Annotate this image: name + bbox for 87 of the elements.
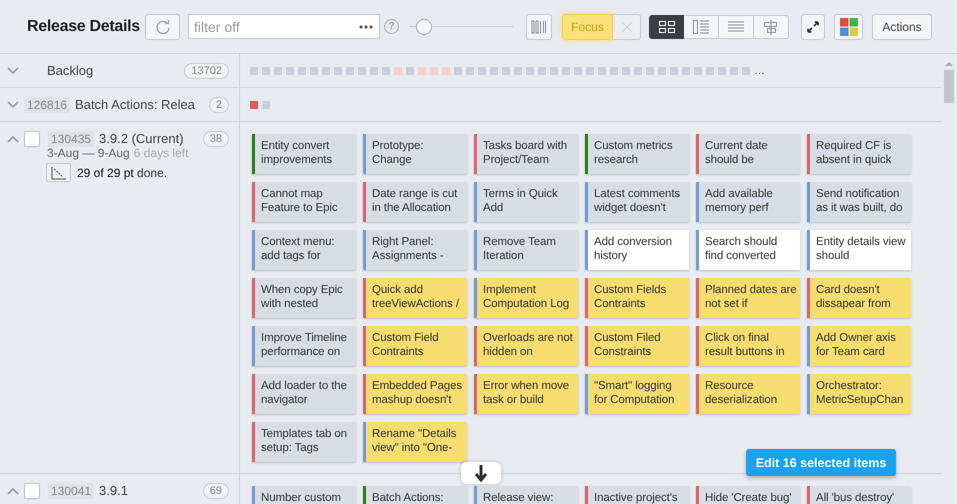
group-name[interactable]: 3.9.2 (Current) [99,131,203,146]
item-card[interactable]: Custom Fields Contraints [585,278,689,318]
collapse-icon[interactable] [7,134,19,142]
count-badge: 38 [202,130,229,146]
item-card[interactable]: Add loader to the navigator [252,374,356,414]
item-card[interactable]: Current date should be [696,134,800,174]
days-left: 6 days left [134,146,188,160]
actions-button[interactable]: Actions [872,14,932,40]
item-card[interactable]: Send notification as it was built, do [807,182,911,222]
columns-icon [531,20,547,34]
item-card[interactable]: Templates tab on setup: Tags [252,422,356,462]
group-name[interactable]: Backlog [47,63,184,78]
item-card[interactable]: Latest comments widget doesn't [585,182,689,222]
item-card[interactable]: Resource deserialization [696,374,800,414]
item-card[interactable]: Quick add treeViewActions / [363,278,467,318]
item-card[interactable]: Context menu: add tags for [252,230,356,270]
item-card[interactable]: Remove Team Iteration [474,230,578,270]
view-toggle-button[interactable] [649,14,684,38]
more-text: … [754,65,765,79]
item-card[interactable]: Overloads are not hidden on [474,326,578,366]
item-card[interactable]: Add Owner axis for Team card [807,326,911,366]
item-card[interactable]: Custom Field Contraints [363,326,467,366]
refresh-icon [154,18,170,34]
item-card[interactable]: Batch Actions: [363,486,467,504]
item-card[interactable]: Tasks board with Project/Team [474,134,578,174]
item-card[interactable]: Release view: [474,486,578,504]
down-arrow-button[interactable] [461,462,501,484]
burndown-button[interactable] [46,163,71,182]
item-card[interactable]: Rename "Details view" into "One- [363,422,467,462]
item-id: 130041 [48,482,94,498]
item-card[interactable]: Error when move task or build [474,374,578,414]
list-view-icon [727,18,745,34]
group-name[interactable]: Batch Actions: Relea [75,97,209,112]
item-card[interactable]: Prototype: Change [363,134,467,174]
item-card[interactable]: Entity details view should [807,230,911,270]
count-badge: 13702 [184,62,229,78]
item-id: 130435 [48,130,94,146]
item-card[interactable]: When copy Epic with nested [252,278,356,318]
color-grid-icon [840,18,858,36]
page-title: Release Details [27,18,141,36]
down-arrow-icon [474,464,488,482]
item-card[interactable]: Add available memory perf [696,182,800,222]
expand-icon [807,20,819,32]
progress-text: 29 of 29 pt done. [77,166,168,180]
group-name[interactable]: 3.9.1 [99,483,203,498]
item-card[interactable]: All 'bus destroy' [807,486,911,504]
filter-field[interactable]: filter off [188,14,380,39]
chart-icon [50,166,66,180]
columns-button[interactable] [526,14,552,40]
expand-icon[interactable] [7,66,19,74]
color-settings-button[interactable] [834,14,863,40]
close-icon [620,20,632,32]
item-card[interactable]: Number custom [252,486,356,504]
details-view-icon [692,18,710,34]
item-card[interactable]: Implement Computation Log [474,278,578,318]
item-card[interactable]: Hide 'Create bug' [696,486,800,504]
item-card[interactable]: Add conversion history [585,230,689,270]
item-card[interactable]: Planned dates are not set if [696,278,800,318]
expand-icon[interactable] [7,100,19,108]
card-view-icon [658,18,676,34]
item-card[interactable]: Improve Timeline performance on [252,326,356,366]
item-card[interactable]: Card doesn't dissapear from [807,278,911,318]
item-card[interactable]: Custom metrics research [585,134,689,174]
item-card[interactable]: Orchestrator: MetricSetupChan [807,374,911,414]
count-badge: 69 [202,482,229,498]
item-card[interactable]: Entity convert improvements [252,134,356,174]
item-card[interactable]: Click on final result buttons in [696,326,800,366]
checkbox[interactable] [24,482,40,498]
item-id: 126816 [24,96,70,112]
date-range: 3-Aug — 9-Aug [47,146,130,160]
timeline-view-icon [762,18,780,34]
count-badge: 2 [208,96,229,112]
item-card[interactable]: Search should find converted [696,230,800,270]
item-card[interactable]: Date range is cut in the Allocation [363,182,467,222]
item-card[interactable]: Custom Filed Constraints [585,326,689,366]
item-card[interactable]: Right Panel: Assignments - [363,230,467,270]
refresh-button[interactable] [145,14,180,40]
checkbox[interactable] [24,130,40,146]
item-card[interactable]: "Smart" logging for Computation [585,374,689,414]
item-card[interactable]: Required CF is absent in quick [807,134,911,174]
item-card[interactable]: Embedded Pages mashup doesn't [363,374,467,414]
item-card[interactable]: Inactive project's [585,486,689,504]
item-card[interactable]: Cannot map Feature to Epic [252,182,356,222]
more-icon [359,25,373,29]
expand-button[interactable] [801,14,825,40]
collapse-icon[interactable] [7,486,19,494]
item-card[interactable]: Terms in Quick Add [474,182,578,222]
